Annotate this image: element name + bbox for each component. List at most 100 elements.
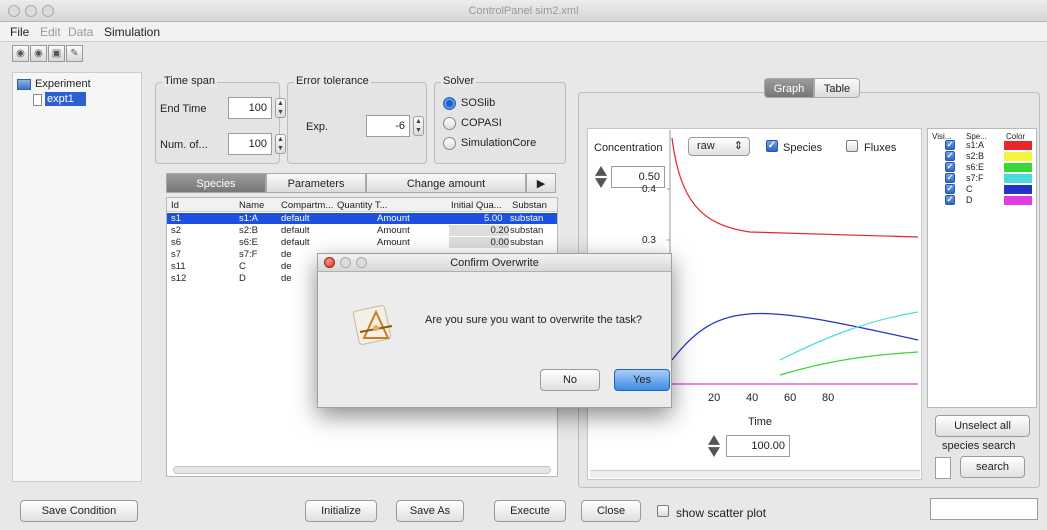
end-time-stepper[interactable]: ▲ ▼ (275, 98, 286, 118)
cell-id: s12 (171, 273, 187, 284)
legend-species-name: D (966, 195, 973, 205)
x-tick-40: 40 (746, 392, 759, 404)
dialog-title: Confirm Overwrite (450, 257, 539, 269)
y-max-field[interactable]: 0.50 (611, 166, 665, 188)
cell-compartment: default (281, 213, 310, 224)
legend-visible-checkbox[interactable]: ✓ (945, 151, 955, 161)
application-warning-icon (352, 305, 393, 345)
tab-change-amount[interactable]: Change amount (366, 173, 526, 193)
x-axis-label: Time (748, 416, 773, 428)
x-tick-20: 20 (708, 392, 721, 404)
tab-species[interactable]: Species (166, 173, 266, 193)
table-row[interactable]: s2 s2:B default Amount 0.20 substan (167, 225, 557, 236)
legend-visible-checkbox[interactable]: ✓ (945, 173, 955, 183)
species-search-input[interactable] (935, 457, 951, 479)
col-header-name[interactable]: Name (239, 200, 264, 211)
menu-file[interactable]: File (10, 25, 29, 39)
error-tolerance-label: Error tolerance (294, 75, 371, 87)
tab-scroll-right[interactable]: ▶ (526, 173, 556, 193)
open-folder-icon[interactable]: ◉ (30, 45, 47, 62)
time-span-label: Time span (162, 75, 217, 87)
table-row[interactable]: s6 s6:E default Amount 0.00 substan (167, 237, 557, 248)
cell-name: C (239, 261, 246, 272)
solver-option-soslib[interactable]: SOSlib (461, 97, 495, 109)
plugin-icon[interactable]: ✎ (66, 45, 83, 62)
execute-button[interactable]: Execute (494, 500, 566, 522)
solver-radio-simulationcore[interactable] (443, 137, 456, 150)
scatter-plot-label: show scatter plot (676, 506, 767, 520)
legend-visible-checkbox[interactable]: ✓ (945, 162, 955, 172)
legend-color-swatch[interactable] (1004, 174, 1032, 183)
legend-species-name: C (966, 184, 973, 194)
tab-table[interactable]: Table (814, 78, 860, 98)
menu-edit[interactable]: Edit (40, 25, 61, 39)
tab-parameters[interactable]: Parameters (266, 173, 366, 193)
dialog-yes-button[interactable]: Yes (614, 369, 670, 391)
horizontal-scrollbar[interactable] (173, 466, 551, 474)
close-button[interactable]: Close (581, 500, 641, 522)
exp-stepper[interactable]: ▲ ▼ (413, 116, 424, 136)
confirm-overwrite-dialog: Confirm Overwrite Are you sure you want … (317, 253, 672, 408)
cell-quantity-type: Amount (377, 213, 410, 224)
cell-name: s2:B (239, 225, 259, 236)
menu-simulation[interactable]: Simulation (104, 25, 160, 39)
col-header-compartment[interactable]: Compartm... (281, 200, 333, 211)
exp-field[interactable]: -6 (366, 115, 410, 137)
solver-option-simulationcore[interactable]: SimulationCore (461, 137, 536, 149)
col-header-id[interactable]: Id (171, 200, 179, 211)
dialog-no-button[interactable]: No (540, 369, 600, 391)
table-row[interactable]: s1 s1:A default Amount 5.00 substan (167, 213, 557, 224)
cell-substance: substan (510, 237, 544, 248)
tree-item-expt1[interactable]: expt1 (45, 92, 86, 106)
cell-substance: substan (510, 213, 544, 224)
x-max-field[interactable]: 100.00 (726, 435, 790, 457)
legend-color-swatch[interactable] (1004, 141, 1032, 150)
species-table-header: Id Name Compartm... Quantity T... Initia… (167, 198, 557, 212)
file-icon (33, 94, 42, 106)
legend-visible-checkbox[interactable]: ✓ (945, 195, 955, 205)
solver-radio-copasi[interactable] (443, 117, 456, 130)
scatter-plot-checkbox[interactable] (657, 505, 669, 517)
cell-id: s7 (171, 249, 182, 260)
legend-visible-checkbox[interactable]: ✓ (945, 184, 955, 194)
cell-compartment: default (281, 237, 310, 248)
cell-quantity-type: Amount (377, 225, 410, 236)
tab-graph[interactable]: Graph (764, 78, 814, 98)
tree-root-experiment[interactable]: Experiment (35, 78, 91, 90)
solver-radio-soslib[interactable] (443, 97, 456, 110)
save-condition-button[interactable]: Save Condition (20, 500, 138, 522)
cell-name: D (239, 273, 246, 284)
open-icon[interactable]: ◉ (12, 45, 29, 62)
graph-scrollbar[interactable] (590, 470, 920, 478)
col-header-initial-quantity[interactable]: Initial Qua... (451, 200, 509, 211)
window-title: ControlPanel sim2.xml (468, 5, 579, 17)
legend-species-name: s6:E (966, 162, 985, 172)
legend-species-name: s7:F (966, 173, 984, 183)
initialize-button[interactable]: Initialize (305, 500, 377, 522)
unselect-all-button[interactable]: Unselect all (935, 415, 1030, 437)
legend-color-swatch[interactable] (1004, 196, 1032, 205)
legend-color-swatch[interactable] (1004, 185, 1032, 194)
num-of-stepper[interactable]: ▲ ▼ (275, 134, 286, 154)
legend-header-color[interactable]: Color (1006, 132, 1025, 141)
legend-visible-checkbox[interactable]: ✓ (945, 140, 955, 150)
legend-color-swatch[interactable] (1004, 163, 1032, 172)
search-button[interactable]: search (960, 456, 1025, 478)
col-header-quantity-type[interactable]: Quantity T... (337, 200, 395, 211)
menu-bar: File Edit Data Simulation (0, 22, 1047, 42)
cell-substance: substan (510, 225, 544, 236)
dialog-titlebar: Confirm Overwrite (318, 254, 671, 272)
legend-color-swatch[interactable] (1004, 152, 1032, 161)
end-time-label: End Time (160, 103, 207, 115)
cell-id: s1 (171, 213, 182, 224)
cell-name: s1:A (239, 213, 259, 224)
solver-option-copasi[interactable]: COPASI (461, 117, 502, 129)
col-header-substance[interactable]: Substan (512, 200, 556, 211)
end-time-field[interactable]: 100 (228, 97, 272, 119)
cell-compartment: de (281, 261, 292, 272)
experiment-tree: Experiment expt1 (12, 72, 142, 482)
save-as-button[interactable]: Save As (396, 500, 464, 522)
menu-data[interactable]: Data (68, 25, 93, 39)
num-of-field[interactable]: 100 (228, 133, 272, 155)
save-icon[interactable]: ▣ (48, 45, 65, 62)
